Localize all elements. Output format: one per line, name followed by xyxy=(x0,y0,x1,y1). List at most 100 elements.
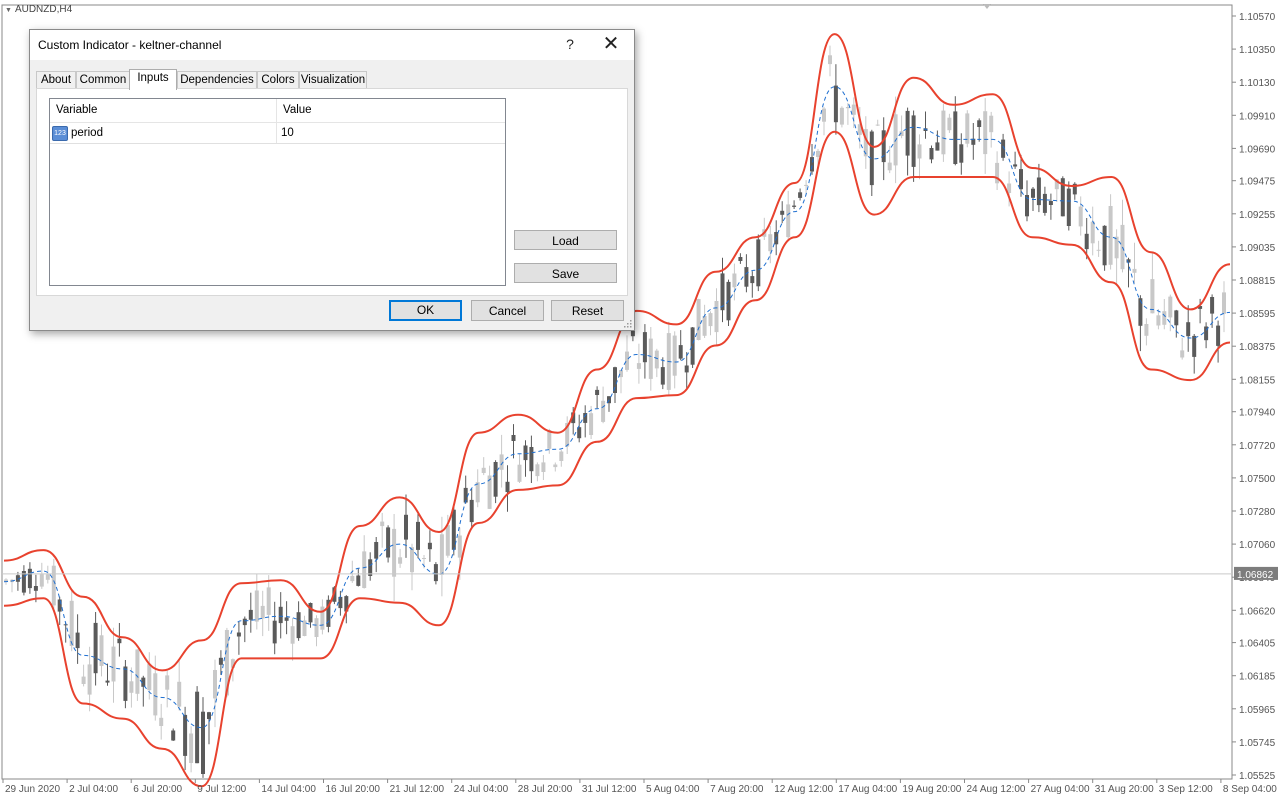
candle-body xyxy=(81,676,86,684)
resize-grip-icon[interactable] xyxy=(624,320,632,328)
candle-body xyxy=(117,638,122,644)
candle-body xyxy=(266,587,271,615)
reset-button[interactable]: Reset xyxy=(551,300,624,321)
variable-value[interactable]: 10 xyxy=(281,127,294,139)
candle-body xyxy=(475,482,480,503)
column-separator[interactable] xyxy=(276,99,277,122)
inputs-panel: Variable Value 123 period 10 Load Save xyxy=(36,88,628,296)
candle-body xyxy=(439,534,444,575)
candle-body xyxy=(786,204,791,238)
time-tick-label: 2 Jul 04:00 xyxy=(69,784,118,795)
candle-body xyxy=(135,649,140,694)
candle-body xyxy=(1168,296,1173,318)
candle-body xyxy=(595,389,600,395)
tab-visualization[interactable]: Visualization xyxy=(299,71,367,89)
candle-body xyxy=(959,144,964,163)
candle-body xyxy=(636,363,641,369)
tab-common[interactable]: Common xyxy=(76,71,130,89)
candle-body xyxy=(290,626,295,644)
candle-body xyxy=(935,142,940,151)
tab-colors[interactable]: Colors xyxy=(257,71,299,89)
candle-body xyxy=(660,367,665,385)
candle-body xyxy=(189,733,194,763)
tab-dependencies[interactable]: Dependencies xyxy=(177,71,257,89)
price-tick-label: 1.08375 xyxy=(1239,342,1276,353)
candle-body xyxy=(93,622,98,674)
candle-body xyxy=(953,111,958,164)
candle-body xyxy=(601,400,606,422)
price-tick-label: 1.06185 xyxy=(1239,672,1276,683)
dialog-titlebar[interactable]: Custom Indicator - keltner-channel ? ✕ xyxy=(30,30,634,60)
candle-body xyxy=(768,234,773,252)
candle-body xyxy=(1192,335,1197,357)
price-tick-label: 1.05745 xyxy=(1239,738,1276,749)
candle-body xyxy=(648,338,653,379)
price-tick-label: 1.09475 xyxy=(1239,177,1276,188)
price-tick-label: 1.05965 xyxy=(1239,705,1276,716)
price-tick-label: 1.09690 xyxy=(1239,144,1276,155)
candle-body xyxy=(822,108,826,122)
candle-body xyxy=(881,130,886,163)
candle-body xyxy=(338,596,343,609)
close-icon[interactable]: ✕ xyxy=(600,32,622,56)
time-tick-label: 17 Aug 04:00 xyxy=(838,784,897,795)
inputs-table[interactable]: Variable Value 123 period 10 xyxy=(49,98,506,286)
candle-body xyxy=(654,350,659,369)
time-tick-label: 5 Aug 04:00 xyxy=(646,784,700,795)
time-tick-label: 7 Aug 20:00 xyxy=(710,784,764,795)
help-button[interactable]: ? xyxy=(560,36,580,52)
tab-about[interactable]: About xyxy=(36,71,76,89)
price-tick-label: 1.07500 xyxy=(1239,474,1276,485)
candle-body xyxy=(236,632,241,637)
ok-button[interactable]: OK xyxy=(389,300,462,321)
candle-body xyxy=(111,646,116,682)
tab-inputs[interactable]: Inputs xyxy=(129,69,177,90)
numeric-variable-icon: 123 xyxy=(52,126,68,141)
candle-body xyxy=(1174,310,1179,326)
candle-body xyxy=(272,620,277,644)
time-tick-label: 16 Jul 20:00 xyxy=(326,784,381,795)
column-variable[interactable]: Variable xyxy=(56,104,97,116)
candle-body xyxy=(875,124,880,126)
candle-body xyxy=(27,568,32,589)
candle-body xyxy=(105,680,110,683)
candle-body xyxy=(708,313,713,327)
dropdown-triangle-icon[interactable]: ▼ xyxy=(5,7,12,14)
candle-body xyxy=(1144,324,1149,336)
price-tick-label: 1.07280 xyxy=(1239,507,1276,518)
cancel-button[interactable]: Cancel xyxy=(471,300,544,321)
symbol-label: ▼ AUDNZD,H4 xyxy=(5,4,72,15)
candle-body xyxy=(613,367,617,393)
save-button[interactable]: Save xyxy=(514,263,617,283)
candle-body xyxy=(839,107,844,125)
candle-body xyxy=(123,666,128,701)
table-row[interactable]: 123 period 10 xyxy=(50,123,505,144)
candle-body xyxy=(792,205,797,207)
price-tick-label: 1.09035 xyxy=(1239,243,1276,254)
candle-body xyxy=(481,467,486,473)
candle-body xyxy=(392,528,397,577)
candle-body xyxy=(296,612,301,639)
candle-body xyxy=(750,276,755,284)
candle-body xyxy=(756,239,761,287)
time-tick-label: 12 Aug 12:00 xyxy=(774,784,833,795)
candle-body xyxy=(350,575,355,582)
candle-body xyxy=(947,117,952,131)
candle-body xyxy=(553,464,558,468)
candle-body xyxy=(929,148,934,160)
candle-body xyxy=(57,599,62,612)
candle-body xyxy=(1048,201,1053,205)
candle-body xyxy=(433,564,438,582)
candle-body xyxy=(254,590,259,622)
candle-body xyxy=(278,606,283,624)
candle-body xyxy=(165,675,170,690)
candle-body xyxy=(451,509,456,550)
load-button[interactable]: Load xyxy=(514,230,617,250)
candle-body xyxy=(416,521,420,550)
price-tick-label: 1.05525 xyxy=(1239,771,1276,782)
candle-body xyxy=(672,335,677,376)
candle-body xyxy=(1019,169,1023,190)
candle-body xyxy=(696,299,701,340)
column-value[interactable]: Value xyxy=(283,104,312,116)
candle-body xyxy=(445,525,450,556)
